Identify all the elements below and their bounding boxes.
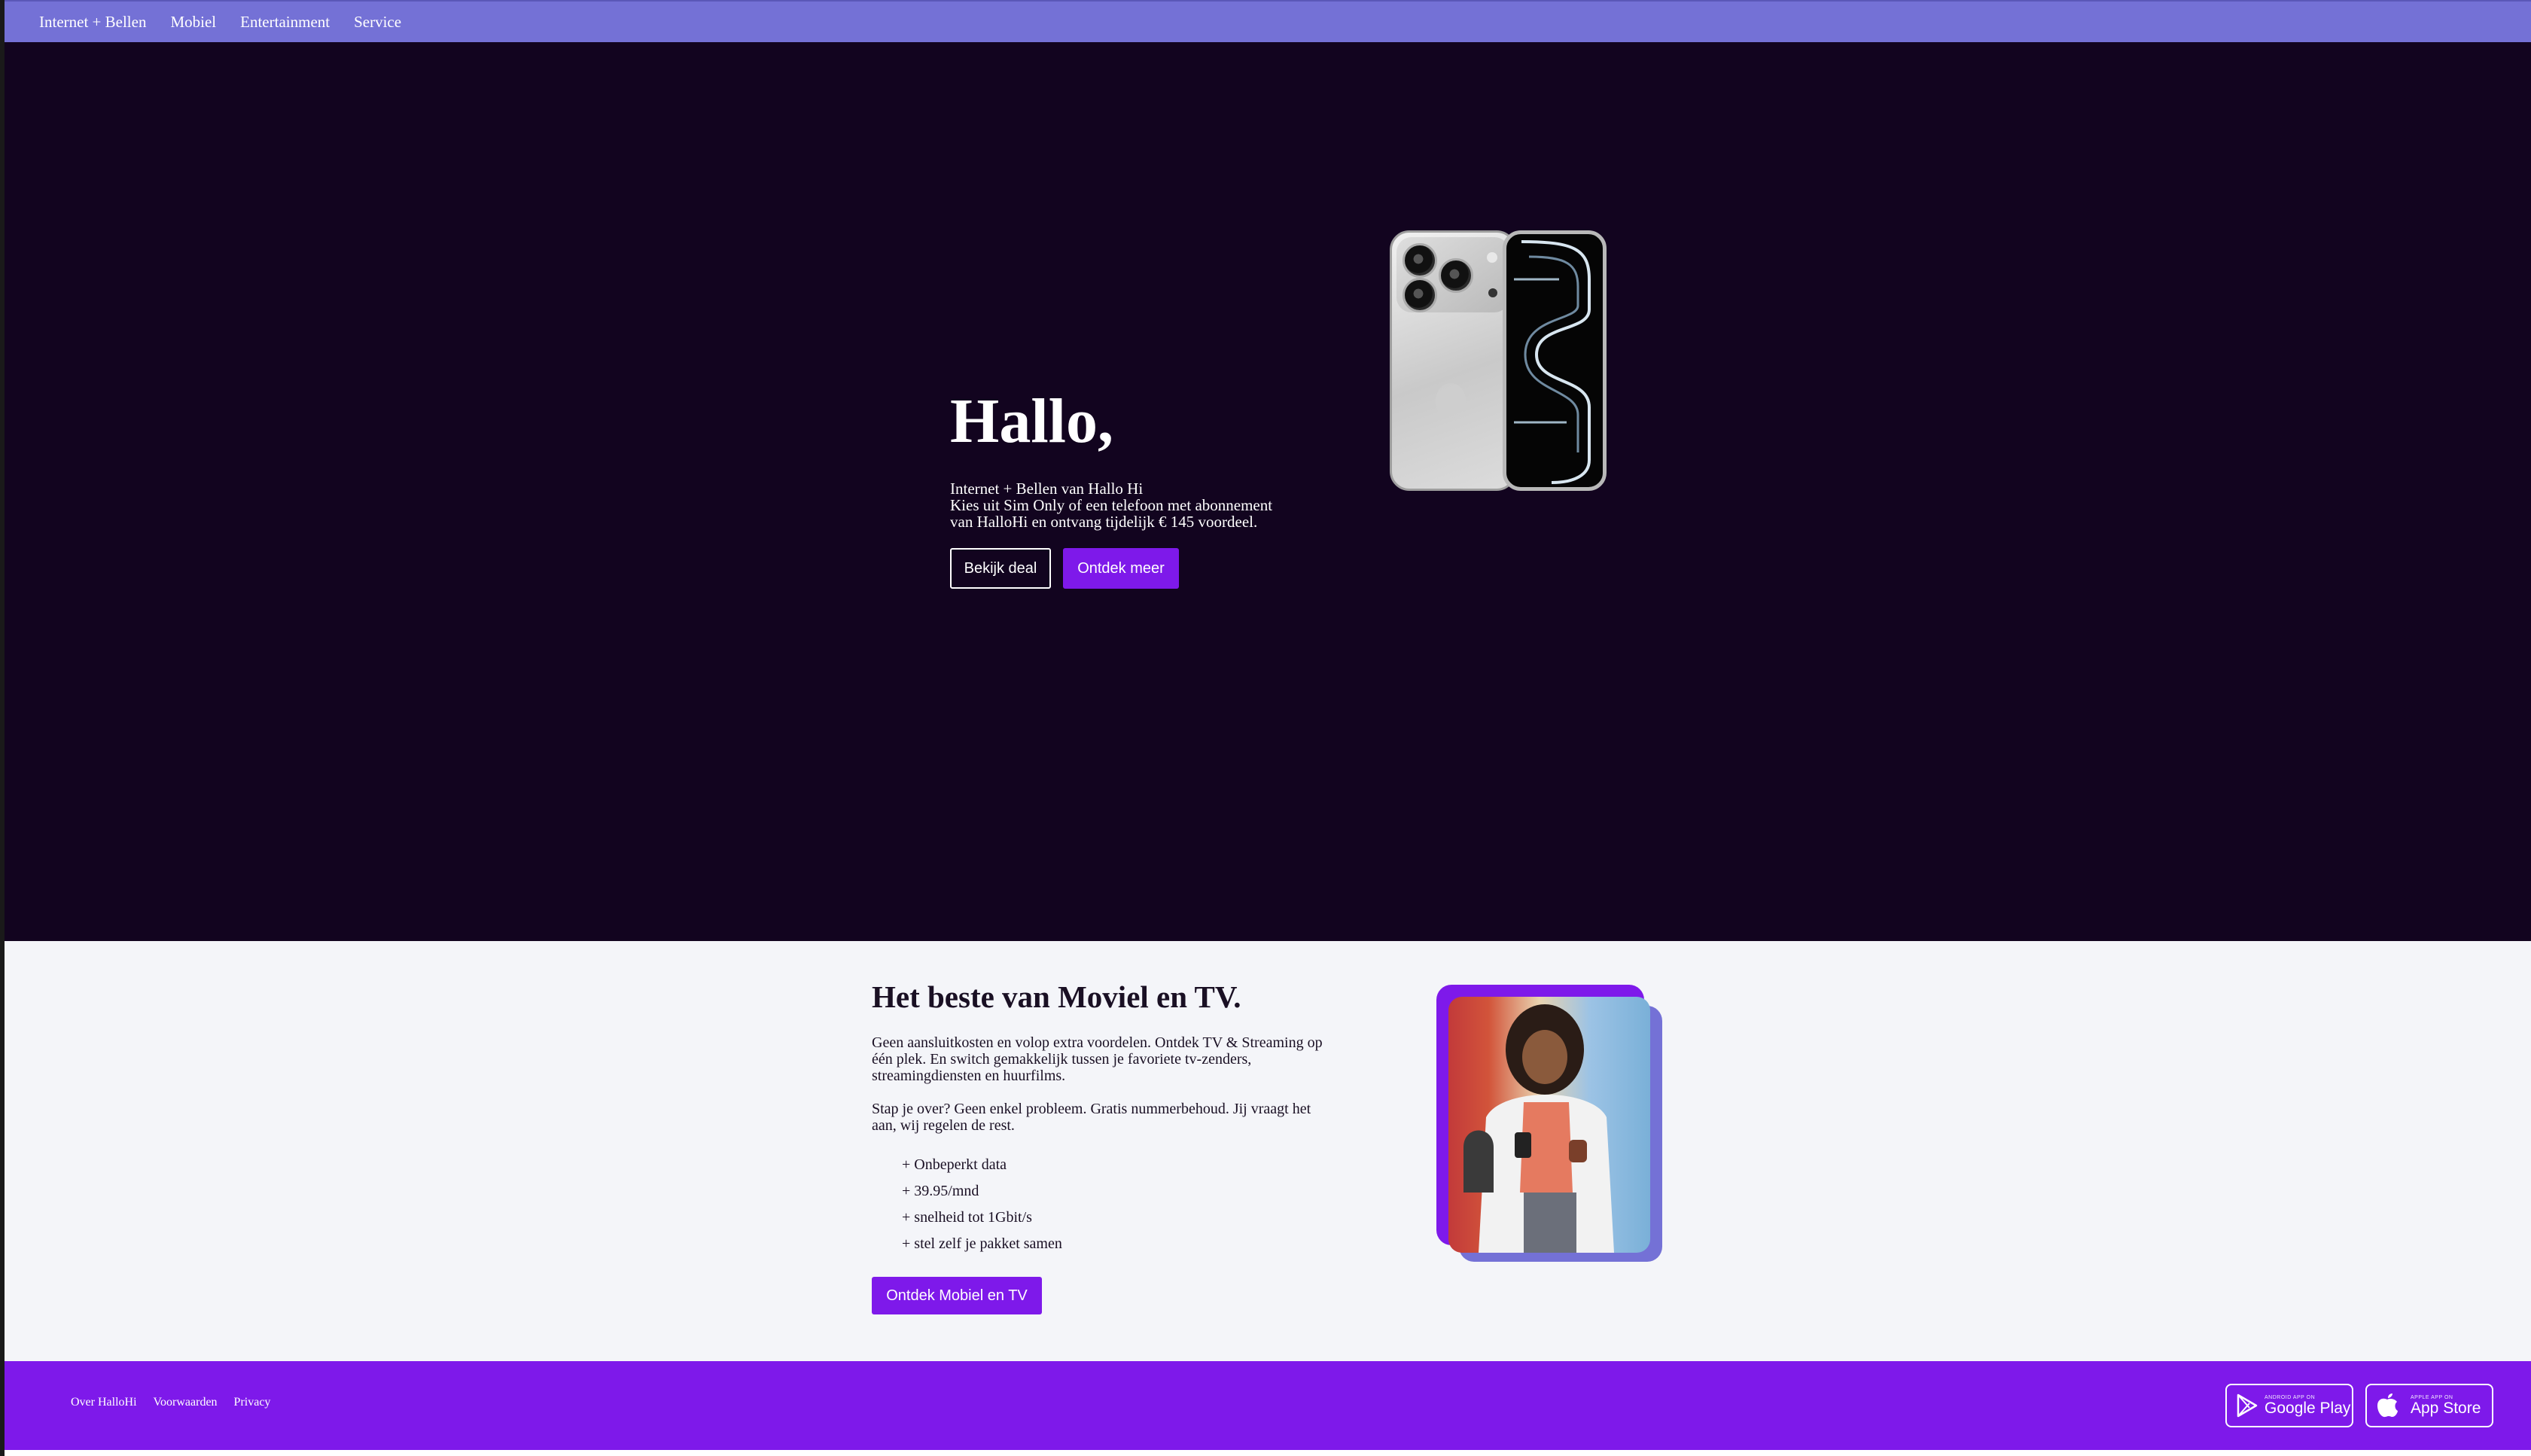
hero-description: Internet + Bellen van Hallo Hi Kies uit …: [950, 480, 1272, 530]
section-title: Het beste van Moviel en TV.: [872, 979, 1241, 1014]
footer-link-voorwaarden[interactable]: Voorwaarden: [154, 1396, 218, 1409]
section-paragraph: Stap je over? Geen enkel probleem. Grati…: [872, 1101, 1311, 1134]
store-name: Google Play: [2264, 1399, 2351, 1417]
footer: Over HalloHi Voorwaarden Privacy ANDROID…: [5, 1361, 2531, 1450]
nav-item-internet-bellen[interactable]: Internet + Bellen: [39, 13, 146, 32]
hero-title: Hallo,: [950, 386, 1114, 456]
store-caption: APPLE APP ON: [2411, 1394, 2453, 1400]
apple-logo-icon: [1436, 383, 1466, 418]
nav-item-service[interactable]: Service: [354, 13, 401, 32]
hero-line: Kies uit Sim Only of een telefoon met ab…: [950, 496, 1273, 514]
list-item: + 39.95/mnd: [902, 1183, 979, 1199]
feature-list: + Onbeperkt data + 39.95/mnd + snelheid …: [902, 1156, 1062, 1262]
section-paragraph: Geen aansluitkosten en volop extra voord…: [872, 1034, 1323, 1084]
hero-line: Internet + Bellen van Hallo Hi: [950, 480, 1144, 498]
list-item: + snelheid tot 1Gbit/s: [902, 1209, 1032, 1226]
ontdek-meer-button[interactable]: Ontdek meer: [1063, 548, 1179, 589]
store-caption: ANDROID APP ON: [2264, 1394, 2316, 1400]
bottom-strip: [5, 1450, 2531, 1456]
bekijk-deal-button[interactable]: Bekijk deal: [950, 548, 1051, 589]
mobiel-tv-section: Het beste van Moviel en TV. Geen aanslui…: [5, 941, 2531, 1361]
apple-icon: [2377, 1394, 2398, 1418]
top-nav: Internet + Bellen Mobiel Entertainment S…: [5, 0, 2531, 42]
ontdek-mobiel-tv-button[interactable]: Ontdek Mobiel en TV: [872, 1277, 1042, 1314]
phone-screen: [1503, 230, 1607, 491]
hero-line: van HalloHi en ontvang tijdelijk € 145 v…: [950, 513, 1258, 531]
camera-bump: [1396, 237, 1509, 312]
app-store-button[interactable]: APPLE APP ON App Store: [2365, 1384, 2493, 1427]
nav-item-mobiel[interactable]: Mobiel: [170, 13, 216, 32]
google-play-button[interactable]: ANDROID APP ON Google Play: [2225, 1384, 2353, 1427]
footer-links: Over HalloHi Voorwaarden Privacy: [71, 1396, 270, 1409]
footer-link-over[interactable]: Over HalloHi: [71, 1396, 137, 1409]
nav-item-entertainment[interactable]: Entertainment: [240, 13, 330, 32]
page: Internet + Bellen Mobiel Entertainment S…: [5, 0, 2531, 1456]
footer-link-privacy[interactable]: Privacy: [234, 1396, 271, 1409]
list-item: + stel zelf je pakket samen: [902, 1235, 1062, 1252]
hero-section: Hallo, Internet + Bellen van Hallo Hi Ki…: [5, 42, 2531, 941]
phone-back: [1390, 230, 1516, 491]
phone-image: [1390, 230, 1608, 494]
list-item: + Onbeperkt data: [902, 1156, 1007, 1173]
photo: [1448, 997, 1650, 1253]
woman-phone-photo: [1436, 985, 1670, 1265]
google-play-icon: [2237, 1394, 2258, 1418]
store-name: App Store: [2411, 1399, 2481, 1417]
